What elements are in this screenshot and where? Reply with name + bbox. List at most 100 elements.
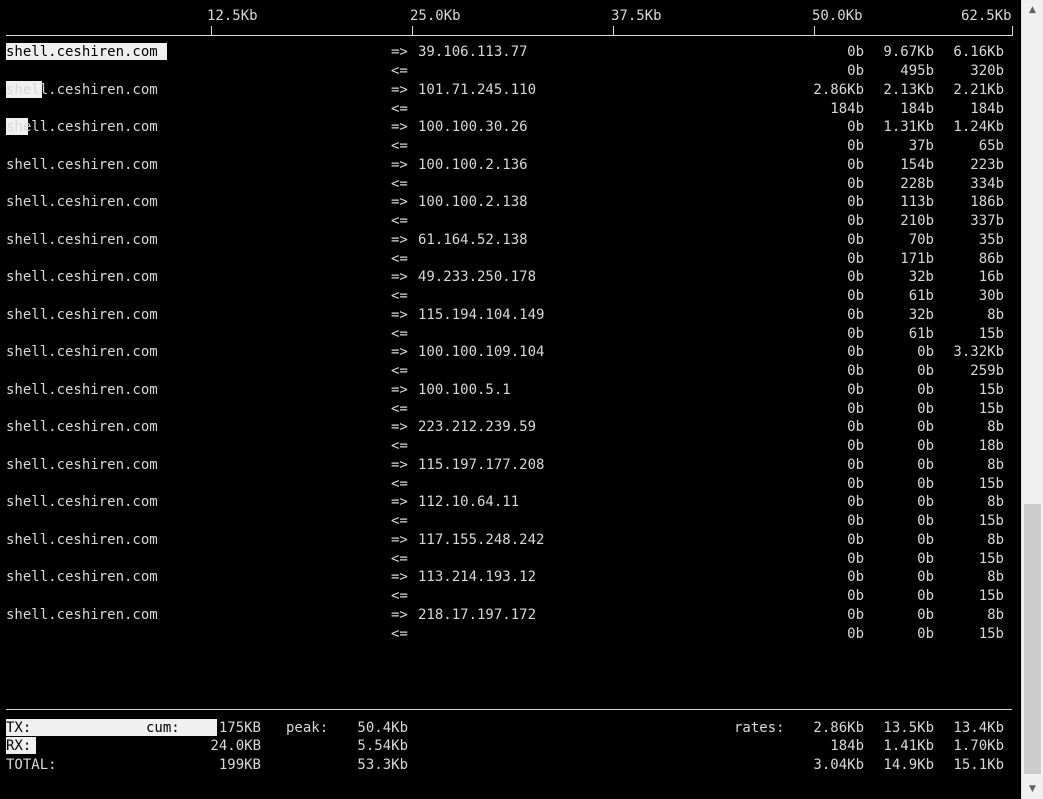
- rate-out: 0b: [847, 269, 864, 285]
- arrow-in-icon: <=: [391, 251, 408, 267]
- tx-label: TX:: [6, 720, 32, 736]
- local-host: shell.ceshiren.com: [6, 157, 158, 173]
- local-host: shell.ceshiren.com: [6, 194, 158, 210]
- rate-in: 61b: [908, 288, 934, 304]
- rate-in: 0b: [917, 401, 934, 417]
- arrow-out-icon: =>: [391, 532, 408, 548]
- rate-in: 184b: [830, 101, 864, 117]
- tx-rate-2s: 2.86Kb: [813, 720, 864, 736]
- rate-in: 0b: [847, 288, 864, 304]
- peak-label: peak:: [286, 720, 329, 736]
- local-host: shell.ceshiren.com: [6, 344, 158, 360]
- total-rate-10s: 14.9Kb: [883, 757, 934, 773]
- remote-host: 100.100.2.136: [418, 157, 528, 173]
- rate-in: 30b: [978, 288, 1004, 304]
- arrow-out-icon: =>: [391, 194, 408, 210]
- remote-host: 101.71.245.110: [418, 82, 537, 98]
- remote-host: 115.194.104.149: [418, 307, 545, 323]
- rate-in: 15b: [978, 401, 1004, 417]
- rate-out: 15b: [978, 382, 1004, 398]
- tx-rate-40s: 13.4Kb: [953, 720, 1004, 736]
- total-rate-2s: 3.04Kb: [813, 757, 864, 773]
- arrow-in-icon: <=: [391, 438, 408, 454]
- rate-out: 8b: [987, 419, 1004, 435]
- rx-rate-10s: 1.41Kb: [883, 738, 934, 754]
- rate-in: 15b: [978, 551, 1004, 567]
- rate-in: 0b: [847, 363, 864, 379]
- totals-divider: [6, 709, 1012, 710]
- arrow-in-icon: <=: [391, 213, 408, 229]
- rate-in: 0b: [917, 363, 934, 379]
- local-host: shell.ceshiren.com: [6, 607, 158, 623]
- scale-label: 37.5Kb: [611, 8, 662, 24]
- rate-out: 0b: [847, 344, 864, 360]
- local-host: shell.ceshiren.com: [6, 569, 158, 585]
- rate-out: 0b: [847, 532, 864, 548]
- arrow-in-icon: <=: [391, 288, 408, 304]
- rate-out: 0b: [847, 232, 864, 248]
- rate-out: 0b: [847, 419, 864, 435]
- scale-line: [6, 35, 1012, 36]
- rate-out: 0b: [917, 419, 934, 435]
- rate-in: 228b: [900, 176, 934, 192]
- rate-in: 61b: [908, 326, 934, 342]
- arrow-in-icon: <=: [391, 588, 408, 604]
- rate-out: 2.21Kb: [953, 82, 1004, 98]
- arrow-out-icon: =>: [391, 382, 408, 398]
- scrollbar-thumb[interactable]: [1024, 504, 1041, 774]
- rate-out: 6.16Kb: [953, 44, 1004, 60]
- local-host: shell.ceshiren.com: [6, 269, 158, 285]
- rate-out: 0b: [847, 607, 864, 623]
- rate-in: 65b: [978, 138, 1004, 154]
- local-host: shell.ceshiren.com: [6, 82, 158, 98]
- remote-host: 113.214.193.12: [418, 569, 537, 585]
- rate-in: 15b: [978, 476, 1004, 492]
- local-host: shell.ceshiren.com: [6, 119, 158, 135]
- rate-out: 8b: [987, 457, 1004, 473]
- arrow-out-icon: =>: [391, 269, 408, 285]
- terminal-window: 12.5Kb 25.0Kb 37.5Kb 50.0Kb 62.5Kb shell…: [0, 0, 1021, 799]
- arrow-out-icon: =>: [391, 157, 408, 173]
- tx-rate-10s: 13.5Kb: [883, 720, 934, 736]
- rate-out: 223b: [970, 157, 1004, 173]
- rate-in: 0b: [847, 513, 864, 529]
- remote-host: 39.106.113.77: [418, 44, 528, 60]
- rate-out: 8b: [987, 494, 1004, 510]
- rate-out: 8b: [987, 607, 1004, 623]
- rx-label: RX:: [6, 738, 32, 754]
- remote-host: 49.233.250.178: [418, 269, 537, 285]
- rate-out: 0b: [847, 307, 864, 323]
- scroll-down-icon[interactable]: ▼: [1022, 779, 1043, 799]
- rx-peak-value: 5.54Kb: [357, 738, 408, 754]
- rate-in: 337b: [970, 213, 1004, 229]
- scroll-up-icon[interactable]: ▲: [1022, 0, 1043, 20]
- remote-host: 100.100.30.26: [418, 119, 528, 135]
- rate-out: 0b: [847, 119, 864, 135]
- scale-label: 50.0Kb: [812, 8, 863, 24]
- rate-in: 0b: [847, 213, 864, 229]
- rate-out: 8b: [987, 569, 1004, 585]
- rx-cum-value: 24.0KB: [210, 738, 261, 754]
- rate-in: 0b: [847, 176, 864, 192]
- rate-out: 32b: [908, 269, 934, 285]
- remote-host: 115.197.177.208: [418, 457, 545, 473]
- vertical-scrollbar[interactable]: ▲ ▼: [1021, 0, 1043, 799]
- rate-in: 0b: [917, 476, 934, 492]
- arrow-in-icon: <=: [391, 363, 408, 379]
- tx-cum-value: 175KB: [218, 720, 261, 736]
- rate-out: 16b: [978, 269, 1004, 285]
- rate-in: 15b: [978, 626, 1004, 642]
- rate-out: 0b: [847, 457, 864, 473]
- local-host: shell.ceshiren.com: [6, 457, 158, 473]
- arrow-out-icon: =>: [391, 307, 408, 323]
- rates-label: rates:: [734, 720, 785, 736]
- remote-host: 223.212.239.59: [418, 419, 537, 435]
- rate-in: 0b: [847, 401, 864, 417]
- rate-in: 0b: [917, 551, 934, 567]
- scale-label: 12.5Kb: [207, 8, 258, 24]
- local-host: shell.ceshiren.com: [6, 419, 158, 435]
- arrow-in-icon: <=: [391, 176, 408, 192]
- rate-in: 259b: [970, 363, 1004, 379]
- rate-out: 0b: [917, 607, 934, 623]
- arrow-in-icon: <=: [391, 326, 408, 342]
